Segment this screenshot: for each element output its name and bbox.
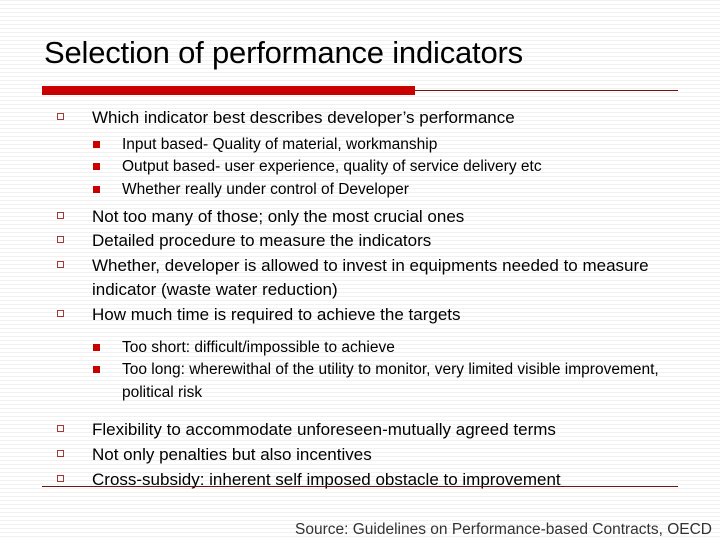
list-item: Whether really under control of Develope…: [0, 179, 720, 202]
list-item-label: Output based- user experience, quality o…: [122, 158, 542, 176]
bullet-square-hollow-icon: [57, 474, 64, 482]
bullet-square-filled-icon: [93, 163, 100, 171]
list-item: Output based- user experience, quality o…: [0, 156, 720, 179]
title-divider-thin-line: [415, 90, 678, 91]
title-divider: [42, 86, 678, 95]
bullet-square-hollow-icon: [57, 425, 64, 433]
slide: Selection of performance indicators Whic…: [0, 0, 720, 540]
list-item-label: Detailed procedure to measure the indica…: [92, 231, 432, 251]
list-item-label: Too short: difficult/impossible to achie…: [122, 338, 395, 356]
list-item-label: Which indicator best describes developer…: [92, 108, 515, 127]
list-item-label: Whether really under control of Develope…: [122, 180, 409, 198]
list-item: Flexibility to accommodate unforeseen-mu…: [0, 418, 720, 442]
bullet-square-filled-icon: [93, 185, 100, 193]
list-item: Cross-subsidy: inherent self imposed obs…: [0, 468, 720, 492]
bullet-square-hollow-icon: [57, 236, 64, 244]
list-item: Too short: difficult/impossible to achie…: [0, 337, 720, 360]
list-item-label: Too long: wherewithal of the utility to …: [122, 361, 659, 401]
list-item: Not only penalties but also incentives: [0, 443, 720, 467]
bullet-square-hollow-icon: [57, 309, 64, 317]
list-item-label: Input based- Quality of material, workma…: [122, 135, 438, 153]
list-item: Too long: wherewithal of the utility to …: [0, 359, 720, 404]
bullet-square-hollow-icon: [57, 450, 64, 458]
bullet-square-hollow-icon: [57, 113, 64, 120]
list-item-label: Not too many of those; only the most cru…: [92, 206, 465, 226]
bullet-square-filled-icon: [93, 366, 100, 374]
list-item-label: Whether, developer is allowed to invest …: [92, 256, 649, 299]
list-item: Input based- Quality of material, workma…: [0, 134, 720, 157]
list-item: How much time is required to achieve the…: [0, 303, 720, 327]
list-item-label: How much time is required to achieve the…: [92, 304, 461, 324]
list-item: Which indicator best describes developer…: [0, 106, 720, 130]
bullet-list: Which indicator best describes developer…: [0, 106, 720, 493]
list-item: Whether, developer is allowed to invest …: [0, 254, 720, 302]
list-item: Not too many of those; only the most cru…: [0, 205, 720, 229]
list-item-label: Not only penalties but also incentives: [92, 445, 372, 465]
source-attribution: Source: Guidelines on Performance-based …: [295, 521, 712, 538]
bullet-square-hollow-icon: [57, 211, 64, 219]
bullet-square-filled-icon: [93, 343, 100, 351]
footer-divider: [42, 486, 678, 487]
bullet-square-filled-icon: [93, 140, 100, 148]
page-title: Selection of performance indicators: [44, 35, 523, 70]
list-item: Detailed procedure to measure the indica…: [0, 229, 720, 253]
bullet-square-hollow-icon: [57, 261, 64, 269]
list-item-label: Flexibility to accommodate unforeseen-mu…: [92, 420, 556, 440]
title-divider-red-bar: [42, 86, 415, 95]
